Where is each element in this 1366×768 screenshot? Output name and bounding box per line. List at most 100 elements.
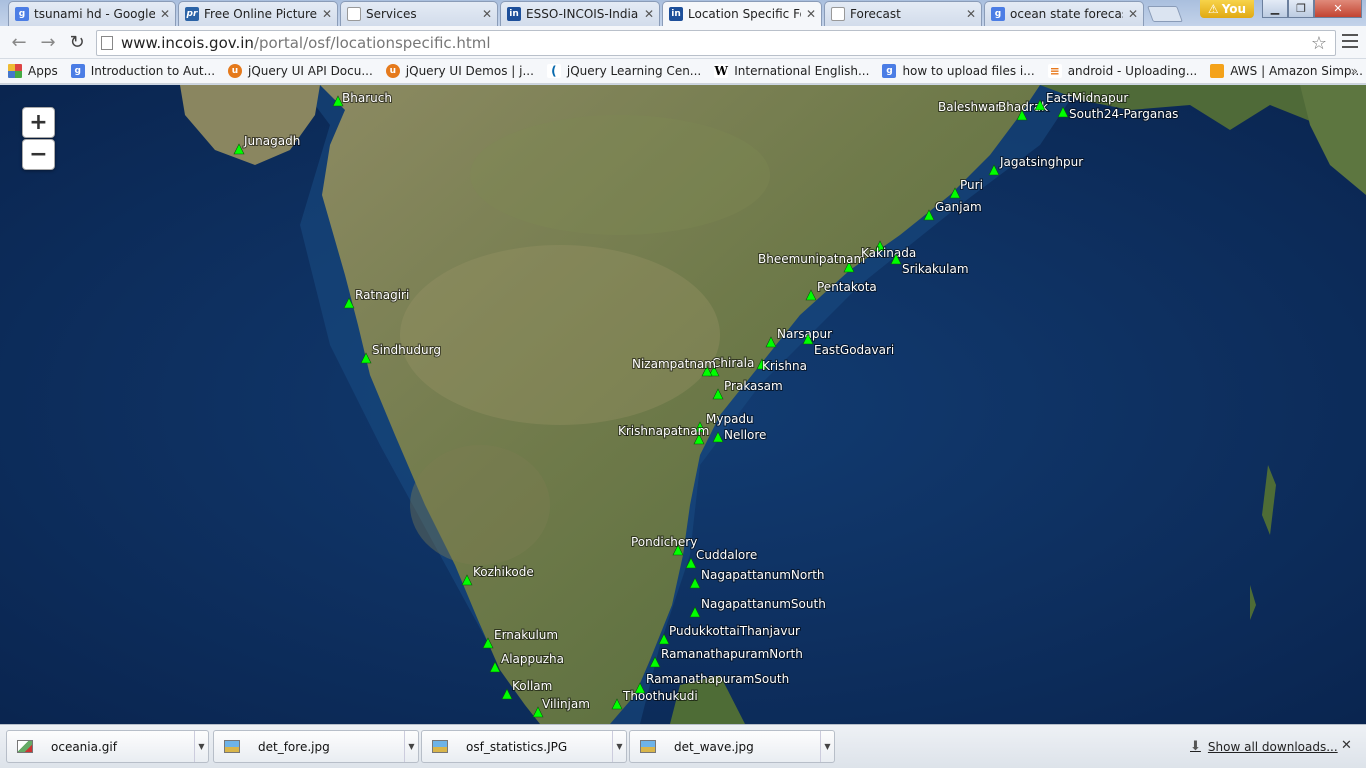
stackoverflow-icon: ≡ (1047, 64, 1062, 78)
location-label: Baleshwar (938, 100, 1000, 114)
image-file-icon (17, 740, 33, 753)
forward-arrow-icon[interactable]: → (37, 31, 59, 53)
tab-location-specific[interactable]: in Location Specific Fo ✕ (662, 1, 822, 26)
page-icon (101, 36, 113, 50)
location-label: RamanathapuramSouth (646, 672, 789, 686)
window-close-button[interactable]: ✕ (1314, 0, 1362, 18)
zoom-out-button[interactable]: − (22, 139, 55, 170)
bookmark-label: Apps (28, 64, 58, 78)
tab-ocean-state[interactable]: g ocean state forecast ✕ (984, 1, 1144, 26)
download-item[interactable]: osf_statistics.JPG ▼ (421, 730, 627, 763)
tab-free-online-picture[interactable]: pr Free Online Picture I ✕ (178, 1, 338, 26)
picresize-icon: pr (185, 7, 199, 21)
location-label: NagapattanumNorth (701, 568, 825, 582)
location-label: Mypadu (706, 412, 754, 426)
chevron-down-icon[interactable]: ▼ (612, 731, 626, 762)
download-item[interactable]: det_wave.jpg ▼ (629, 730, 835, 763)
chevron-right-icon[interactable]: » (1351, 64, 1358, 78)
zoom-in-button[interactable]: + (22, 107, 55, 138)
download-filename: oceania.gif (51, 739, 117, 754)
user-profile-badge[interactable]: ⚠ You (1200, 0, 1254, 18)
user-label: You (1221, 2, 1247, 16)
bookmark-label: how to upload files i... (902, 64, 1035, 78)
bookmark-label: android - Uploading... (1067, 64, 1198, 78)
download-filename: det_fore.jpg (258, 739, 330, 754)
close-icon[interactable]: ✕ (159, 7, 171, 21)
bookmark-item[interactable]: AWS | Amazon Simp... (1210, 64, 1363, 78)
location-marker-south24-parganas[interactable]: South24-Parganas (1057, 106, 1179, 122)
location-label: Narsapur (777, 327, 832, 341)
location-label: Puri (960, 178, 983, 192)
close-icon[interactable]: ✕ (643, 7, 655, 21)
location-label: EastGodavari (814, 343, 894, 357)
back-arrow-icon[interactable]: ← (8, 31, 30, 53)
bookmark-item[interactable]: ≡ android - Uploading... (1047, 64, 1198, 78)
bookmark-label: AWS | Amazon Simp... (1230, 64, 1363, 78)
aws-icon (1210, 64, 1225, 78)
location-label: Krishna (762, 359, 807, 373)
location-label: Pentakota (817, 280, 877, 294)
download-filename: det_wave.jpg (674, 739, 754, 754)
bookmark-item[interactable]: g Introduction to Aut... (70, 64, 216, 78)
chevron-down-icon[interactable]: ▼ (194, 731, 208, 762)
google-icon: g (991, 7, 1005, 21)
chevron-down-icon[interactable]: ▼ (820, 731, 834, 762)
chevron-down-icon[interactable]: ▼ (404, 731, 418, 762)
location-label: Ernakulum (494, 628, 558, 642)
close-icon[interactable]: ✕ (481, 7, 493, 21)
url-host: www.incois.gov.in (121, 34, 254, 52)
bookmark-apps[interactable]: Apps (8, 64, 58, 78)
minimize-button[interactable]: ▁ (1262, 0, 1288, 18)
location-label: Nellore (724, 428, 766, 442)
tab-title: Services (366, 7, 417, 21)
image-file-icon (432, 740, 448, 753)
new-tab-button[interactable] (1147, 6, 1183, 22)
location-label: South24-Parganas (1069, 107, 1178, 121)
tab-title: Location Specific Fo (688, 7, 801, 21)
close-icon[interactable]: ✕ (805, 7, 817, 21)
jqueryui-icon: u (385, 64, 400, 78)
bookmark-star-icon[interactable]: ☆ (1311, 33, 1327, 54)
apps-grid-icon (8, 64, 22, 78)
tab-services[interactable]: Services ✕ (340, 1, 498, 26)
download-filename: osf_statistics.JPG (466, 739, 568, 754)
bookmark-item[interactable]: u jQuery UI API Docu... (228, 64, 373, 78)
bookmark-item[interactable]: (jQuery Learning Cen... (546, 64, 702, 78)
bookmark-label: jQuery UI Demos | j... (405, 64, 534, 78)
close-icon[interactable]: ✕ (965, 7, 977, 21)
tab-forecast[interactable]: Forecast ✕ (824, 1, 982, 26)
location-label: Cuddalore (696, 548, 757, 562)
tab-tsunami[interactable]: g tsunami hd - Google ✕ (8, 1, 176, 26)
bookmark-label: Introduction to Aut... (90, 64, 216, 78)
location-label: Thoothukudi (622, 689, 698, 703)
close-icon[interactable]: ✕ (1127, 7, 1139, 21)
close-icon[interactable]: ✕ (1341, 738, 1352, 753)
location-label: NagapattanumSouth (701, 597, 826, 611)
show-all-downloads-link[interactable]: ⬇ Show all downloads... (1190, 739, 1338, 754)
satellite-map[interactable]: Bharuch Junagadh Ratnagiri Sindhudurg Kozhik… (0, 85, 1366, 724)
location-marker-krishna[interactable]: Krishna (756, 358, 808, 374)
location-label: Kollam (512, 679, 552, 693)
location-marker-bharuch[interactable]: Bharuch (332, 90, 393, 107)
bookmark-item[interactable]: u jQuery UI Demos | j... (385, 64, 534, 78)
deccan-plateau (400, 245, 720, 425)
maximize-button[interactable]: ❐ (1288, 0, 1314, 18)
download-item[interactable]: oceania.gif ▼ (6, 730, 209, 763)
bookmark-item[interactable]: g how to upload files i... (882, 64, 1035, 78)
tab-title: ocean state forecast (1010, 7, 1123, 21)
address-bar[interactable]: www.incois.gov.in/portal/osf/locationspe… (96, 30, 1336, 56)
page-icon (831, 7, 845, 21)
tab-esso-incois[interactable]: in ESSO-INCOIS-Indian ✕ (500, 1, 660, 26)
bookmark-item[interactable]: W International English... (714, 64, 869, 78)
bookmarks-bar: Apps g Introduction to Aut... u jQuery UI … (0, 59, 1366, 84)
download-item[interactable]: det_fore.jpg ▼ (213, 730, 419, 763)
menu-icon[interactable] (1342, 34, 1358, 52)
warning-icon: ⚠ (1207, 2, 1219, 16)
reload-icon[interactable]: ↻ (66, 31, 88, 53)
close-icon[interactable]: ✕ (321, 7, 333, 21)
download-arrow-icon: ⬇ (1190, 739, 1201, 754)
location-label: Bheemunipatnam (758, 252, 865, 266)
location-label: Prakasam (724, 379, 783, 393)
incois-icon: in (669, 7, 683, 21)
bookmark-label: jQuery Learning Cen... (566, 64, 702, 78)
